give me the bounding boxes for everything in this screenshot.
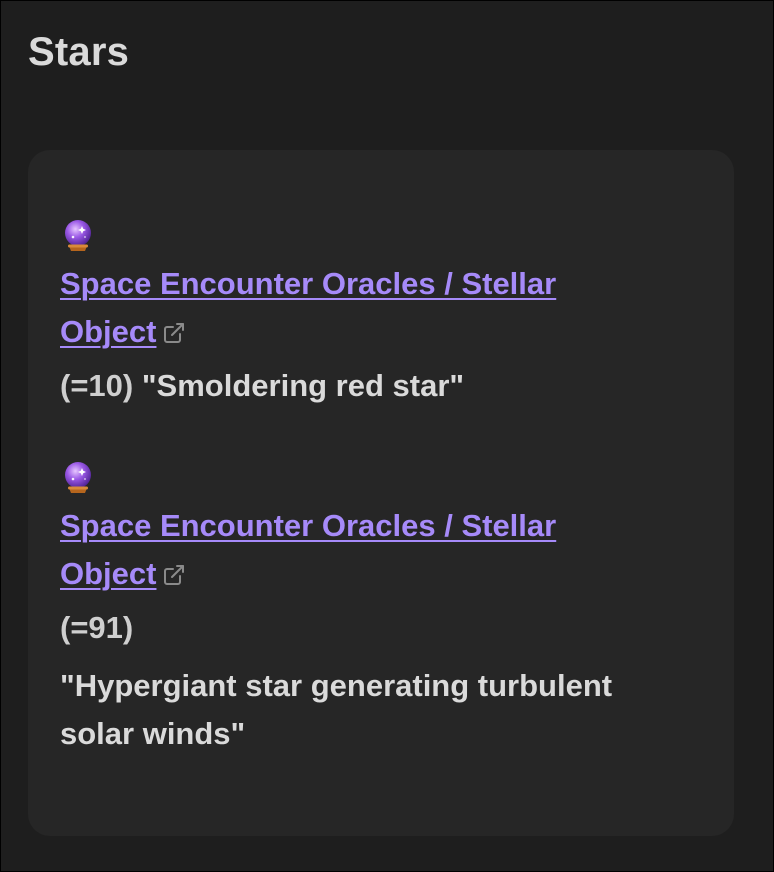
oracle-link[interactable]: Space Encounter Oracles / Stellar Object <box>60 266 556 349</box>
crystal-ball-icon <box>65 462 91 493</box>
crystal-ball-icon <box>65 220 91 251</box>
oracle-link[interactable]: Space Encounter Oracles / Stellar Object <box>60 508 556 591</box>
external-link-icon[interactable] <box>162 563 186 587</box>
oracle-link-line: Space Encounter Oracles / Stellar Object <box>60 502 660 598</box>
oracle-card: Space Encounter Oracles / Stellar Object… <box>28 150 734 836</box>
external-link-icon[interactable] <box>162 321 186 345</box>
roll-value: (=10) <box>60 368 134 403</box>
oracle-link-line: Space Encounter Oracles / Stellar Object <box>60 260 660 356</box>
roll-value: (=91) <box>60 610 134 645</box>
result-text: "Hypergiant star generating turbulent so… <box>60 668 613 751</box>
oracle-entry: Space Encounter Oracles / Stellar Object… <box>60 218 660 410</box>
result-text: "Smoldering red star" <box>141 368 465 403</box>
page-title: Stars <box>28 30 130 74</box>
oracle-entry: Space Encounter Oracles / Stellar Object… <box>60 460 660 758</box>
oracle-result: (=10) "Smoldering red star" <box>60 362 660 410</box>
